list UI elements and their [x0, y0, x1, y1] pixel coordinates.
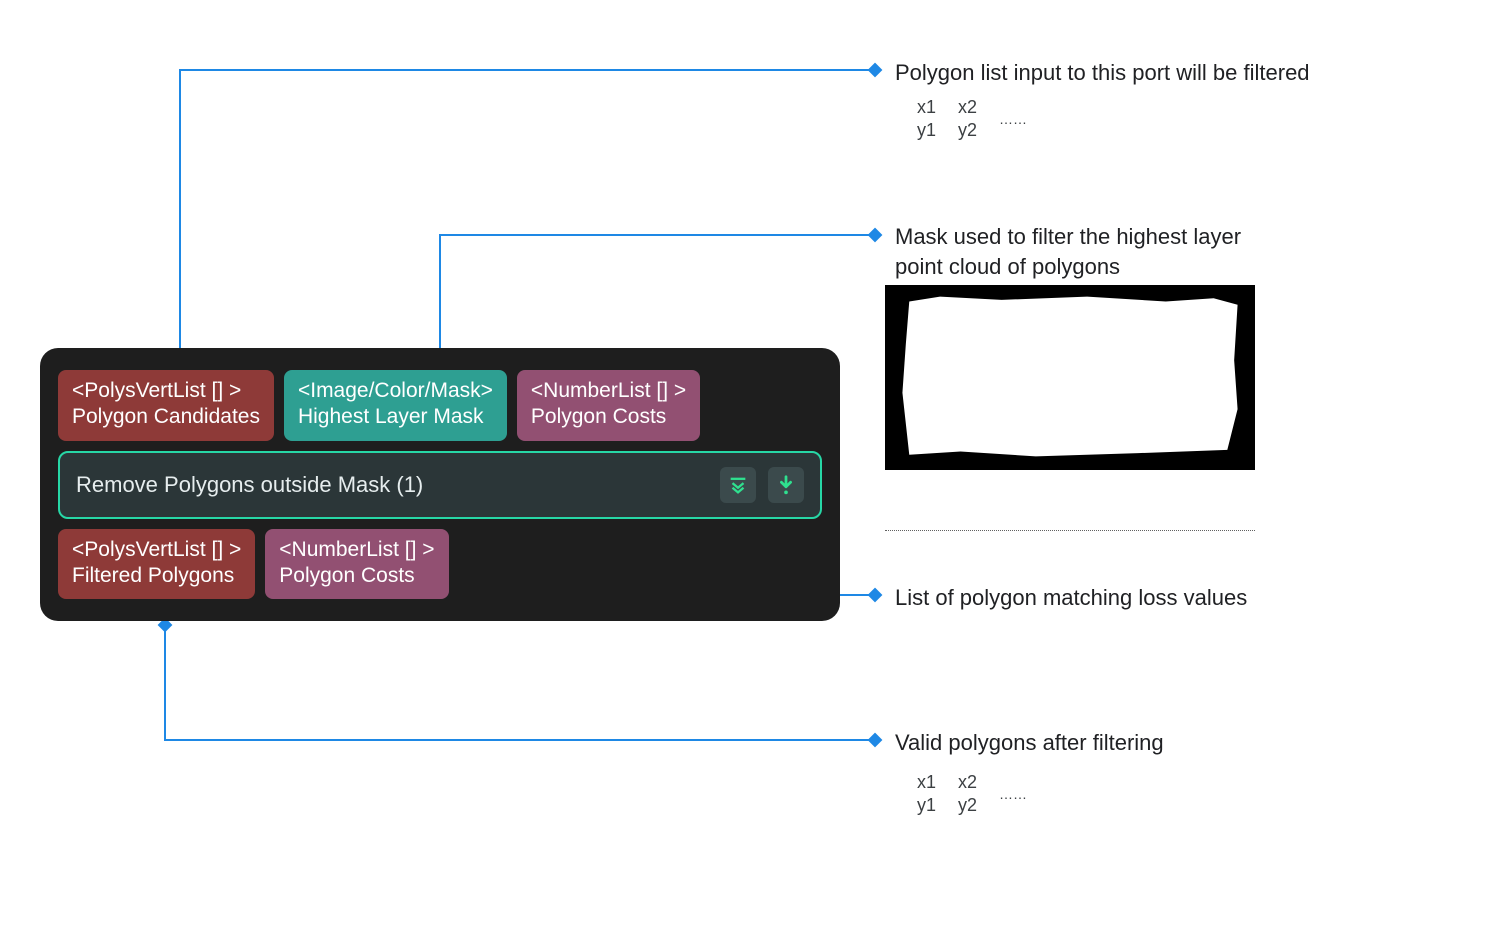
matrix-ellipsis: ……: [989, 772, 1037, 816]
diagram-canvas: <PolysVertList [] > Polygon Candidates <…: [0, 0, 1489, 938]
matrix-ellipsis: ……: [989, 97, 1037, 141]
output-port-filtered-polygons[interactable]: <PolysVertList [] > Filtered Polygons: [58, 529, 255, 600]
matrix-cell: y2: [948, 120, 987, 141]
matrix-cell: y1: [907, 795, 946, 816]
annotation-loss-values: List of polygon matching loss values: [895, 583, 1247, 613]
port-type: <PolysVertList [] >: [72, 378, 260, 404]
matrix-cell: x1: [907, 772, 946, 793]
matrix-example-top: x1x2…… y1y2: [905, 95, 1039, 143]
port-label: Polygon Costs: [531, 404, 686, 430]
double-chevron-down-icon: [727, 474, 749, 496]
node-remove-polygons-outside-mask[interactable]: <PolysVertList [] > Polygon Candidates <…: [40, 348, 840, 621]
port-label: Polygon Candidates: [72, 404, 260, 430]
matrix-cell: x1: [907, 97, 946, 118]
annotation-polygon-list-input: Polygon list input to this port will be …: [895, 58, 1310, 88]
port-type: <NumberList [] >: [531, 378, 686, 404]
execute-button[interactable]: [768, 467, 804, 503]
divider-line: [885, 530, 1255, 531]
node-title-bar[interactable]: Remove Polygons outside Mask (1): [58, 451, 822, 519]
collapse-button[interactable]: [720, 467, 756, 503]
input-port-polygon-costs[interactable]: <NumberList [] > Polygon Costs: [517, 370, 700, 441]
input-ports-row: <PolysVertList [] > Polygon Candidates <…: [58, 370, 822, 441]
matrix-cell: x2: [948, 772, 987, 793]
annotation-mask-description: Mask used to filter the highest layer po…: [895, 222, 1275, 281]
annotation-valid-polygons: Valid polygons after filtering: [895, 728, 1164, 758]
matrix-cell: x2: [948, 97, 987, 118]
output-port-polygon-costs[interactable]: <NumberList [] > Polygon Costs: [265, 529, 448, 600]
port-label: Highest Layer Mask: [298, 404, 493, 430]
run-arrow-down-icon: [775, 474, 797, 496]
port-label: Filtered Polygons: [72, 563, 241, 589]
mask-preview-image: [885, 285, 1255, 470]
port-type: <PolysVertList [] >: [72, 537, 241, 563]
input-port-polygon-candidates[interactable]: <PolysVertList [] > Polygon Candidates: [58, 370, 274, 441]
node-title: Remove Polygons outside Mask (1): [76, 472, 708, 498]
port-type: <Image/Color/Mask>: [298, 378, 493, 404]
matrix-example-bottom: x1x2…… y1y2: [905, 770, 1039, 818]
matrix-cell: y1: [907, 120, 946, 141]
output-ports-row: <PolysVertList [] > Filtered Polygons <N…: [58, 529, 822, 600]
matrix-cell: y2: [948, 795, 987, 816]
port-label: Polygon Costs: [279, 563, 434, 589]
input-port-highest-layer-mask[interactable]: <Image/Color/Mask> Highest Layer Mask: [284, 370, 507, 441]
port-type: <NumberList [] >: [279, 537, 434, 563]
